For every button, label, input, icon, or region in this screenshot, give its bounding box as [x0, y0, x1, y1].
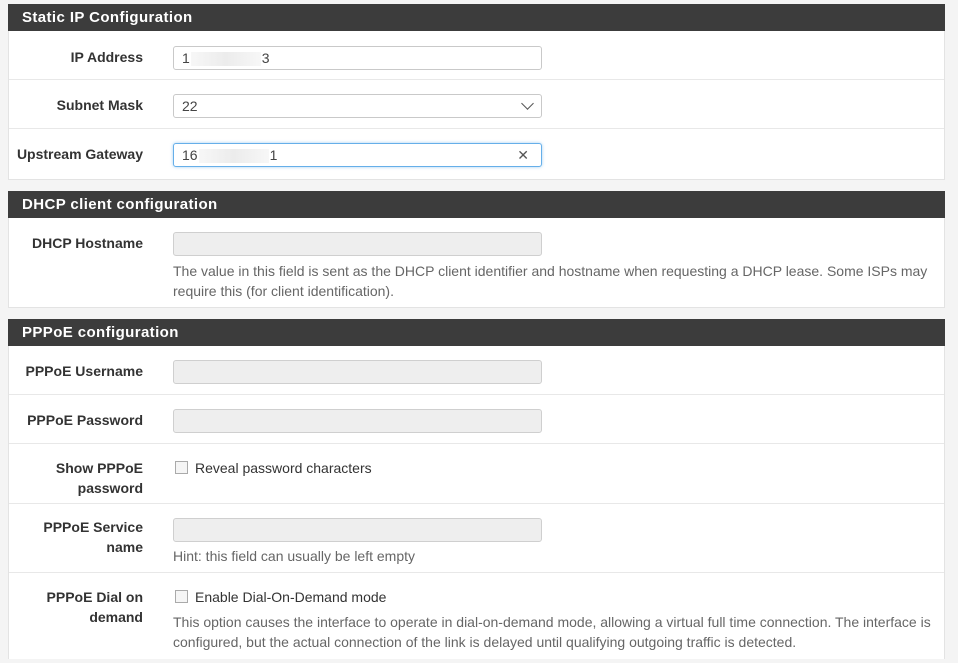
- show-password-label-line2: password: [77, 480, 143, 496]
- subnet-mask-value: 22: [182, 98, 198, 114]
- upstream-gateway-input[interactable]: 16 1 ✕: [173, 143, 542, 167]
- redacted-ip: [190, 52, 261, 67]
- gateway-suffix: 1: [269, 147, 278, 163]
- subnet-mask-label: Subnet Mask: [56, 97, 143, 113]
- dhcp-heading: DHCP client configuration: [8, 191, 945, 218]
- static-ip-heading: Static IP Configuration: [8, 4, 945, 31]
- dhcp-hostname-help: The value in this field is sent as the D…: [173, 263, 928, 299]
- subnet-mask-row: Subnet Mask 22: [9, 80, 944, 129]
- pppoe-password-label: PPPoE Password: [27, 412, 143, 428]
- dial-on-demand-checkbox[interactable]: [175, 589, 188, 603]
- ip-address-suffix: 3: [261, 50, 270, 66]
- ip-address-row: IP Address 13: [9, 31, 944, 80]
- show-password-row: Show PPPoE password Reveal password char…: [9, 444, 944, 504]
- pppoe-username-label: PPPoE Username: [25, 363, 144, 379]
- pppoe-username-row: PPPoE Username: [9, 346, 944, 395]
- dial-on-demand-help: This option causes the interface to oper…: [173, 614, 931, 650]
- dhcp-hostname-row: DHCP Hostname The value in this field is…: [9, 218, 944, 307]
- ip-address-label: IP Address: [70, 49, 143, 65]
- pppoe-panel: PPPoE configuration PPPoE Username PPPoE…: [8, 319, 945, 659]
- subnet-mask-select[interactable]: 22: [173, 94, 542, 118]
- show-password-label: Show PPPoE password: [9, 458, 143, 498]
- pppoe-dial-label-line2: demand: [89, 609, 143, 625]
- ip-address-prefix: 1: [182, 50, 190, 66]
- gateway-prefix: 16: [182, 147, 198, 163]
- pppoe-service-hint: Hint: this field can usually be left emp…: [173, 548, 416, 564]
- dhcp-panel: DHCP client configuration DHCP Hostname …: [8, 191, 945, 308]
- pppoe-service-label-line2: name: [106, 539, 143, 555]
- dhcp-hostname-label: DHCP Hostname: [32, 235, 143, 251]
- static-ip-panel: Static IP Configuration IP Address 13 Su…: [8, 4, 945, 180]
- pppoe-dial-label: PPPoE Dial on demand: [9, 587, 143, 627]
- pppoe-service-row: PPPoE Service name Hint: this field can …: [9, 504, 944, 573]
- dial-on-demand-option[interactable]: Enable Dial-On-Demand mode: [175, 587, 386, 607]
- show-password-label-line1: Show PPPoE: [55, 460, 143, 476]
- pppoe-dial-label-line1: PPPoE Dial on: [46, 589, 143, 605]
- reveal-password-option[interactable]: Reveal password characters: [175, 458, 372, 478]
- reveal-password-text: Reveal password characters: [195, 460, 372, 476]
- pppoe-service-label: PPPoE Service name: [9, 517, 143, 557]
- pppoe-heading: PPPoE configuration: [8, 319, 945, 346]
- pppoe-username-input[interactable]: [173, 360, 542, 384]
- ip-address-input[interactable]: 13: [173, 46, 542, 70]
- reveal-password-checkbox[interactable]: [175, 460, 188, 474]
- upstream-gateway-label: Upstream Gateway: [16, 146, 143, 162]
- pppoe-password-input[interactable]: [173, 409, 542, 433]
- pppoe-dial-row: PPPoE Dial on demand Enable Dial-On-Dema…: [9, 573, 944, 663]
- pppoe-password-row: PPPoE Password: [9, 395, 944, 444]
- pppoe-service-input[interactable]: [173, 518, 542, 542]
- redacted-gateway: [198, 149, 269, 164]
- dial-on-demand-text: Enable Dial-On-Demand mode: [195, 589, 387, 605]
- chevron-down-icon: [521, 97, 534, 110]
- dhcp-hostname-input[interactable]: [173, 232, 542, 256]
- upstream-gateway-row: Upstream Gateway 16 1 ✕: [9, 129, 944, 179]
- pppoe-service-label-line1: PPPoE Service: [43, 519, 143, 535]
- clear-icon[interactable]: ✕: [517, 144, 529, 166]
